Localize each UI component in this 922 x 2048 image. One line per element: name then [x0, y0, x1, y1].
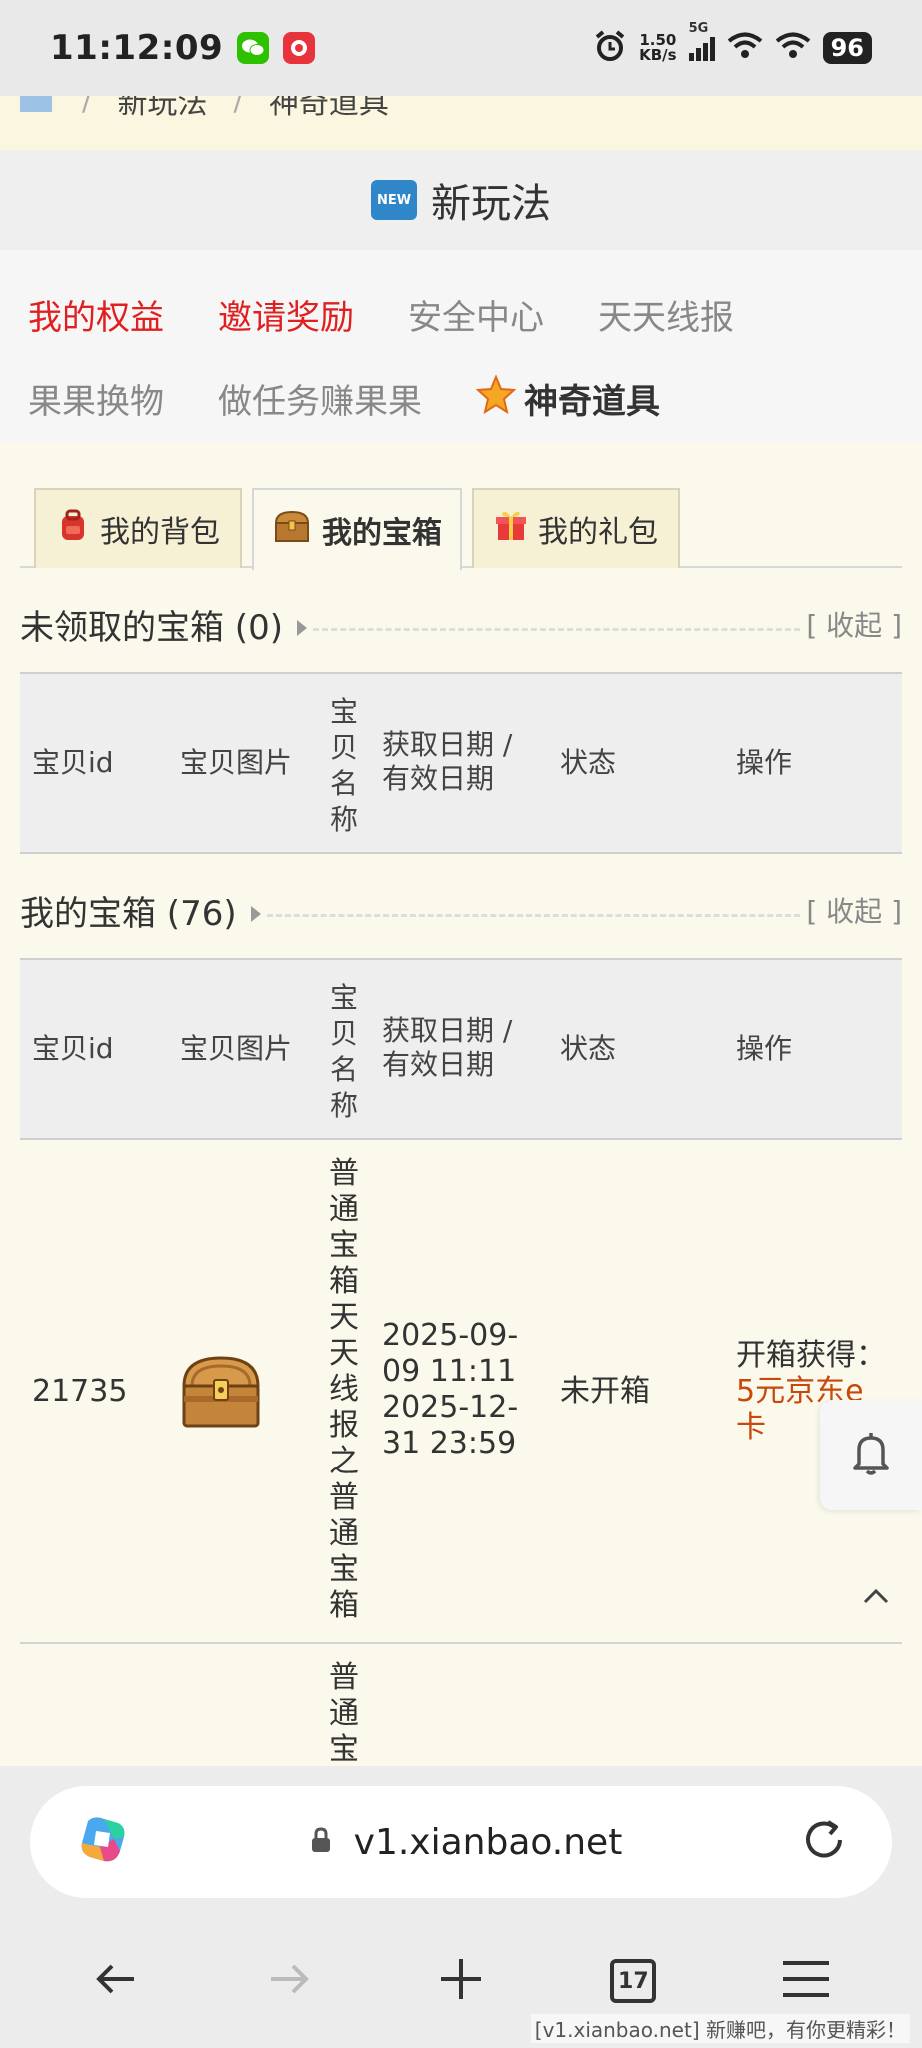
url-text: v1.xianbao.net	[353, 1821, 623, 1863]
signal-icon: 5G	[688, 21, 715, 61]
arrow-right-icon	[267, 1961, 311, 2001]
nav-item-fruit-exchange[interactable]: 果果换物	[28, 374, 164, 423]
col-header-date: 获取日期 / 有效日期	[382, 1014, 513, 1081]
cell-status: 未开箱	[560, 1374, 650, 1409]
wechat-icon	[237, 32, 270, 64]
gift-icon	[494, 508, 528, 550]
treasure-chest-icon	[178, 1352, 264, 1441]
nav-item-invite-rewards[interactable]: 邀请奖励	[218, 290, 354, 339]
section-title: 未领取的宝箱 (0)	[20, 607, 283, 648]
caret-right-icon	[250, 906, 261, 922]
tab-my-gift-packs[interactable]: 我的礼包	[472, 488, 680, 568]
cell-name: 普通宝箱天天线报之普通宝箱	[329, 1156, 359, 1623]
caret-right-icon	[296, 620, 307, 636]
chevron-up-icon	[862, 1587, 890, 1609]
col-header-id: 宝贝id	[32, 1032, 114, 1065]
status-bar: 11:12:09 1.50 KB/s 5G 96	[0, 0, 922, 96]
notification-bell-button[interactable]	[820, 1400, 922, 1510]
new-icon: NEW	[371, 180, 417, 220]
clock: 11:12:09	[50, 28, 224, 68]
forward-button[interactable]	[249, 1941, 329, 2021]
tabs-button[interactable]: 17	[593, 1941, 673, 2021]
plus-icon	[439, 1957, 483, 2005]
address-bar[interactable]: v1.xianbao.net	[30, 1786, 892, 1898]
cell-id: 21735	[32, 1374, 128, 1409]
app-notification-icon	[283, 32, 316, 64]
col-header-name: 宝贝名称	[329, 695, 358, 836]
wifi-icon-2	[775, 32, 811, 64]
browser-nav-bar: 17	[0, 1936, 922, 2026]
table-row: 普通宝	[20, 1644, 902, 1766]
breadcrumb-item[interactable]: 新玩法	[117, 96, 207, 122]
page-title: 新玩法	[431, 181, 551, 227]
back-button[interactable]	[76, 1941, 156, 2021]
breadcrumb-item[interactable]: 神奇道具	[269, 96, 389, 122]
cell-dates: 2025-09-09 11:11 2025-12-31 23:59	[382, 1318, 519, 1461]
hamburger-menu-icon	[781, 1959, 831, 2003]
col-header-action: 操作	[736, 1032, 793, 1065]
tab-my-backpack[interactable]: 我的背包	[34, 488, 242, 568]
home-icon[interactable]	[16, 96, 56, 122]
breadcrumb: / 新玩法 / 神奇道具	[0, 96, 922, 150]
net-speed: 1.50 KB/s	[639, 31, 677, 64]
col-header-image: 宝贝图片	[180, 746, 293, 779]
copilot-icon[interactable]	[74, 1811, 132, 1873]
watermark: [v1.xianbao.net] 新赚吧，有你更精彩！	[530, 2014, 910, 2043]
col-header-id: 宝贝id	[32, 746, 114, 779]
page-header: NEW 新玩法	[0, 150, 922, 250]
unclaimed-table-header: 宝贝id 宝贝图片 宝贝名称 获取日期 / 有效日期 状态 操作	[20, 672, 902, 854]
section-title: 我的宝箱 (76)	[20, 893, 237, 934]
col-header-date: 获取日期 / 有效日期	[382, 728, 513, 795]
my-chests-header: 我的宝箱 (76) [ 收起 ]	[20, 880, 902, 940]
nav-item-my-benefits[interactable]: 我的权益	[28, 290, 164, 339]
reload-icon[interactable]	[800, 1816, 848, 1868]
nav-item-security-center[interactable]: 安全中心	[408, 290, 544, 339]
alarm-icon	[593, 29, 627, 67]
nav-item-daily-deals[interactable]: 天天线报	[598, 290, 734, 339]
scroll-to-top-button[interactable]	[858, 1580, 894, 1616]
new-tab-button[interactable]	[421, 1941, 501, 2021]
battery-indicator: 96	[822, 32, 872, 64]
table-row: 21735 普通宝箱天天线报之普通宝箱 2025-09-09 11:11 202…	[20, 1140, 902, 1644]
tab-bar: 我的背包 我的宝箱 我的礼包	[20, 488, 902, 570]
browser-toolbar: v1.xianbao.net 17	[0, 1766, 922, 2048]
col-header-action: 操作	[736, 746, 793, 779]
bell-icon	[851, 1430, 891, 1480]
menu-button[interactable]	[766, 1941, 846, 2021]
feature-nav: 我的权益 邀请奖励 安全中心 天天线报 果果换物 做任务赚果果 神奇道具	[0, 250, 922, 442]
backpack-icon	[56, 508, 90, 550]
chests-table-header: 宝贝id 宝贝图片 宝贝名称 获取日期 / 有效日期 状态 操作	[20, 958, 902, 1140]
collapse-toggle[interactable]: [ 收起 ]	[806, 890, 902, 930]
col-header-image: 宝贝图片	[180, 1032, 293, 1065]
tab-my-chests[interactable]: 我的宝箱	[252, 488, 462, 570]
lock-icon	[310, 1826, 332, 1858]
tab-count: 17	[610, 1959, 657, 2003]
star-icon	[475, 373, 517, 423]
nav-item-earn-tasks[interactable]: 做任务赚果果	[218, 374, 422, 423]
treasure-chest-icon	[272, 509, 312, 551]
col-header-name: 宝贝名称	[329, 981, 358, 1122]
nav-item-magic-items[interactable]: 神奇道具	[475, 373, 660, 423]
wifi-icon	[727, 32, 763, 64]
col-header-status: 状态	[560, 746, 617, 779]
unclaimed-chests-header: 未领取的宝箱 (0) [ 收起 ]	[20, 594, 902, 654]
cell-name: 普通宝	[329, 1660, 359, 1766]
col-header-status: 状态	[560, 1032, 617, 1065]
collapse-toggle[interactable]: [ 收起 ]	[806, 604, 902, 644]
arrow-left-icon	[94, 1961, 138, 2001]
